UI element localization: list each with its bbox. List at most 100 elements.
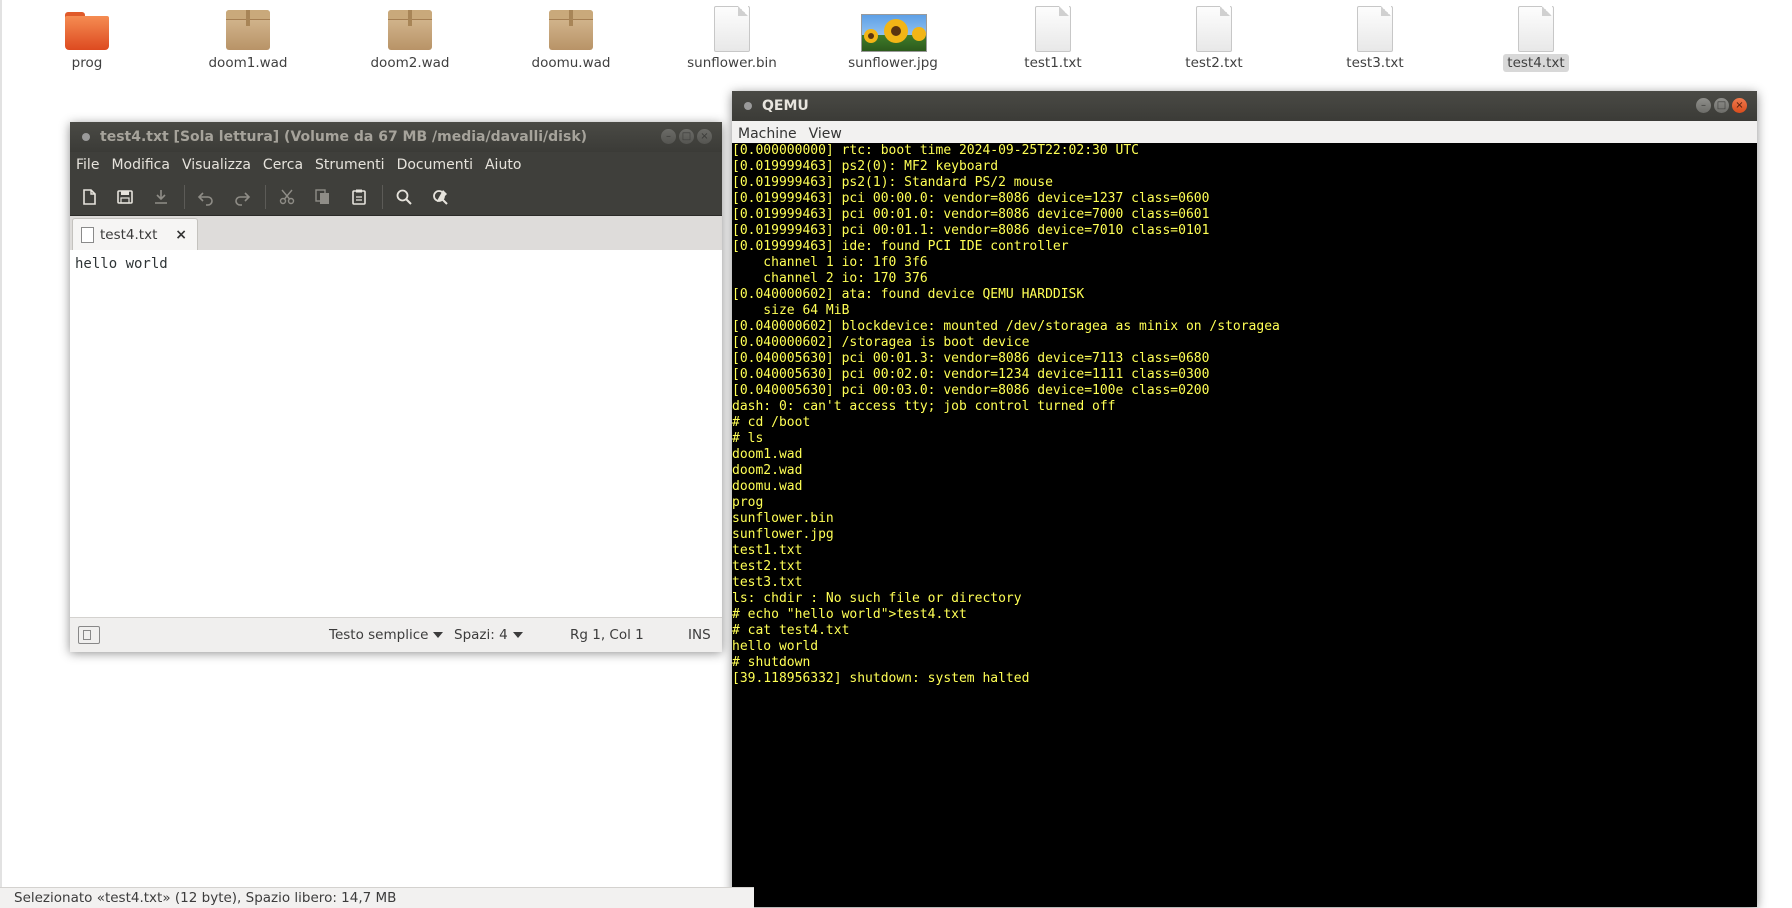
close-button[interactable]: × <box>697 129 712 144</box>
file-label: doom1.wad <box>208 55 288 71</box>
language-label: Testo semplice <box>329 627 429 643</box>
minimize-button[interactable]: – <box>1696 98 1711 113</box>
vm-console[interactable]: [0.000000000] rtc: boot time 2024-09-25T… <box>732 143 1757 907</box>
console-line: dash: 0: can't access tty; job control t… <box>732 399 1116 414</box>
minimize-button[interactable]: – <box>661 129 676 144</box>
tab-width-selector[interactable]: Spazi: 4 <box>454 627 523 643</box>
copy-icon[interactable] <box>310 184 336 210</box>
side-panel-toggle-icon[interactable] <box>78 626 100 644</box>
window-menu-icon[interactable] <box>744 102 752 110</box>
language-selector[interactable]: Testo semplice <box>329 627 444 643</box>
console-line: hello world <box>732 639 819 654</box>
redo-icon[interactable] <box>229 184 255 210</box>
file-test3-txt[interactable]: test3.txt <box>1315 2 1435 78</box>
tab-close-icon[interactable]: × <box>175 227 187 243</box>
archive-icon <box>384 2 436 50</box>
console-line: test1.txt <box>732 543 803 558</box>
window-title: QEMU <box>762 98 809 114</box>
window-title: test4.txt [Sola lettura] (Volume da 67 M… <box>100 129 588 145</box>
document-icon <box>1510 2 1562 52</box>
menu-view[interactable]: View <box>803 126 848 142</box>
console-line: [0.040000602] ata: found device QEMU HAR… <box>732 287 1085 302</box>
console-line: ls: chdir : No such file or directory <box>732 591 1022 606</box>
gedit-window: test4.txt [Sola lettura] (Volume da 67 M… <box>70 122 722 652</box>
cursor-position: Rg 1, Col 1 <box>570 627 644 643</box>
gedit-menubar: File Modifica Visualizza Cerca Strumenti… <box>70 152 722 178</box>
file-sunflower-jpg[interactable]: sunflower.jpg <box>833 2 953 78</box>
console-line: [0.019999463] ps2(1): Standard PS/2 mous… <box>732 175 1053 190</box>
menu-aiuto[interactable]: Aiuto <box>479 157 527 173</box>
console-line: [0.000000000] rtc: boot time 2024-09-25T… <box>732 143 1139 158</box>
file-test4-txt[interactable]: test4.txt <box>1476 2 1596 78</box>
console-line: # ls <box>732 431 764 446</box>
maximize-button[interactable]: □ <box>679 129 694 144</box>
console-line: [39.118956332] shutdown: system halted <box>732 671 1030 686</box>
menu-cerca[interactable]: Cerca <box>257 157 309 173</box>
console-line: # cat test4.txt <box>732 623 850 638</box>
file-sunflower-bin[interactable]: sunflower.bin <box>672 2 792 78</box>
file-test2-txt[interactable]: test2.txt <box>1154 2 1274 78</box>
search-icon[interactable] <box>391 184 417 210</box>
console-line: test2.txt <box>732 559 803 574</box>
document-icon <box>1027 2 1079 52</box>
console-line: [0.040000602] blockdevice: mounted /dev/… <box>732 319 1280 334</box>
toolbar-separator <box>184 184 185 209</box>
menu-documenti[interactable]: Documenti <box>391 157 479 173</box>
console-line: doomu.wad <box>732 479 803 494</box>
console-line: channel 1 io: 1f0 3f6 <box>732 255 928 270</box>
console-line: prog <box>732 495 764 510</box>
console-line: test3.txt <box>732 575 803 590</box>
console-line: [0.040000602] /storagea is boot device <box>732 335 1030 350</box>
console-line: size 64 MiB <box>732 303 850 318</box>
download-icon[interactable] <box>148 184 174 210</box>
file-prog[interactable]: prog <box>27 2 147 78</box>
spaces-label: Spazi: 4 <box>454 627 508 643</box>
console-line: # echo "hello world">test4.txt <box>732 607 967 622</box>
toolbar-separator <box>382 184 383 209</box>
gedit-toolbar <box>70 178 722 216</box>
file-doom1-wad[interactable]: doom1.wad <box>188 2 308 78</box>
console-line: [0.019999463] ide: found PCI IDE control… <box>732 239 1069 254</box>
document-tabs: test4.txt × <box>70 216 722 251</box>
insert-mode[interactable]: INS <box>688 627 711 643</box>
menu-visualizza[interactable]: Visualizza <box>176 157 257 173</box>
file-grid: prog doom1.wad doom2.wad doomu.wad sunfl… <box>0 0 1792 80</box>
menu-modifica[interactable]: Modifica <box>105 157 176 173</box>
close-button[interactable]: × <box>1732 98 1747 113</box>
folder-icon <box>61 2 113 50</box>
tab-test4-txt[interactable]: test4.txt × <box>72 218 198 251</box>
window-menu-icon[interactable] <box>82 133 90 141</box>
file-manager-status: Selezionato «test4.txt» (12 byte), Spazi… <box>0 887 754 908</box>
text-editor[interactable]: hello world <box>70 250 722 617</box>
undo-icon[interactable] <box>193 184 219 210</box>
archive-icon <box>222 2 274 50</box>
save-icon[interactable] <box>112 184 138 210</box>
qemu-titlebar[interactable]: QEMU – □ × <box>732 91 1757 121</box>
maximize-button[interactable]: □ <box>1714 98 1729 113</box>
document-icon <box>81 227 94 243</box>
file-doom2-wad[interactable]: doom2.wad <box>350 2 470 78</box>
paste-icon[interactable] <box>346 184 372 210</box>
insert-mode-label: INS <box>688 627 711 643</box>
file-doomu-wad[interactable]: doomu.wad <box>511 2 631 78</box>
console-line: doom2.wad <box>732 463 803 478</box>
desktop-edge <box>0 0 2 907</box>
file-label: doom2.wad <box>370 55 450 71</box>
menu-strumenti[interactable]: Strumenti <box>309 157 391 173</box>
gedit-titlebar[interactable]: test4.txt [Sola lettura] (Volume da 67 M… <box>70 122 722 152</box>
file-label: doomu.wad <box>531 55 611 71</box>
console-line: [0.019999463] pci 00:01.1: vendor=8086 d… <box>732 223 1210 238</box>
cut-icon[interactable] <box>274 184 300 210</box>
menu-file[interactable]: File <box>70 157 105 173</box>
find-replace-icon[interactable] <box>427 184 453 210</box>
file-label: prog <box>71 55 103 71</box>
file-label: test4.txt <box>1503 54 1569 72</box>
archive-icon <box>545 2 597 50</box>
new-document-icon[interactable] <box>76 184 102 210</box>
file-test1-txt[interactable]: test1.txt <box>993 2 1113 78</box>
file-label: test1.txt <box>1024 55 1082 71</box>
file-label: sunflower.bin <box>687 55 777 71</box>
console-line: doom1.wad <box>732 447 803 462</box>
console-line: # cd /boot <box>732 415 811 430</box>
menu-machine[interactable]: Machine <box>732 126 803 142</box>
